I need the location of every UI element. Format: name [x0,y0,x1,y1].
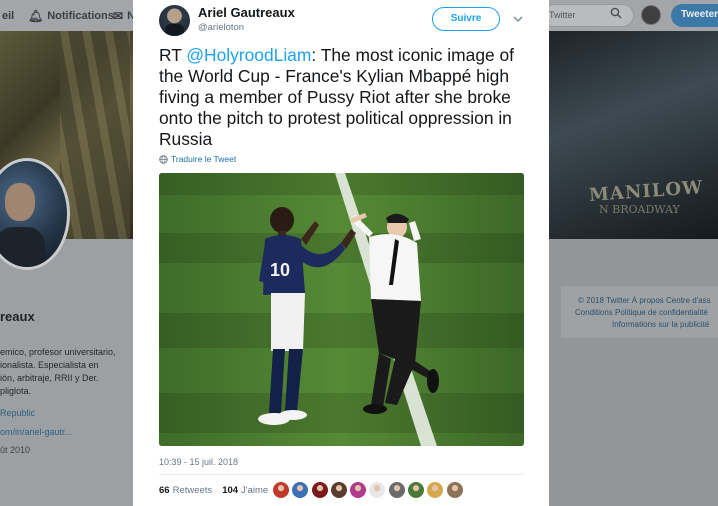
divider [159,474,524,475]
liker-avatar[interactable] [446,482,463,498]
chevron-down-icon[interactable] [511,12,525,26]
tweet-timestamp[interactable]: 10:39 - 15 juil. 2018 [159,457,238,467]
liker-avatars [273,482,466,498]
profile-name: reaux [0,309,35,324]
author-avatar[interactable] [159,5,190,36]
liker-avatar[interactable] [408,482,425,498]
liker-avatar[interactable] [292,482,309,498]
right-sidebar [549,239,718,506]
tweet-text: RT @HolyroodLiam: The most iconic image … [159,45,539,150]
translate-label: Traduire le Tweet [171,154,237,164]
profile-bio: emico, profesor universitario, ionalista… [0,347,116,396]
author-handle[interactable]: @arieloton [198,22,244,33]
footer-line-1[interactable]: © 2018 Twitter À propos Centre d'ass [578,296,711,305]
tweet-button[interactable]: Tweeter [671,4,718,27]
globe-icon [159,154,168,164]
liker-avatar[interactable] [273,482,289,498]
banner-sign-subtext: N BROADWAY [599,203,680,216]
retweet-label: Retweets [172,485,213,496]
banner-sign-text: MANILOW [588,177,704,206]
liker-avatar[interactable] [350,482,367,498]
nav-messages[interactable]: ✉ N [113,0,135,31]
profile-website-link[interactable]: om/in/ariel-gautr... [0,427,72,437]
footer-line-3[interactable]: Informations sur la publicité [612,320,709,329]
like-count-link[interactable]: 104 J'aime [222,485,268,496]
tweet-text-prefix: RT [159,45,187,65]
tweet-modal: Ariel Gautreaux @arieloton Suivre RT @Ho… [133,0,549,506]
retweet-count-link[interactable]: 66 Retweets [159,485,212,496]
tweet-stats: 66 Retweets 104 J'aime [159,485,268,496]
search-icon[interactable] [610,7,622,19]
envelope-icon: ✉ [113,8,124,23]
nav-notifications[interactable]: 🔔︎ Notifications [28,0,114,31]
liker-avatar[interactable] [311,482,328,498]
author-name[interactable]: Ariel Gautreaux [198,5,295,20]
liker-avatar[interactable] [330,482,347,498]
retweet-count: 66 [159,485,170,496]
like-count: 104 [222,485,239,496]
account-avatar[interactable] [641,5,661,25]
profile-banner-right: MANILOW N BROADWAY [549,31,718,239]
like-label: J'aime [241,485,269,496]
bell-icon: 🔔︎ [28,8,44,23]
profile-location-link[interactable]: Republic [0,408,35,418]
follow-button[interactable]: Suivre [432,7,500,31]
photo-illustration: 10 [159,173,524,446]
footer-line-2[interactable]: Conditions Politique de confidentialité [575,308,708,317]
tweet-mention-link[interactable]: @HolyroodLiam [186,45,311,65]
nav-notifications-label: Notifications [47,9,114,22]
svg-text:10: 10 [270,260,290,280]
liker-avatar[interactable] [388,482,405,498]
liker-avatar[interactable] [369,482,386,498]
nav-home[interactable]: eil [2,0,14,31]
tweet-photo[interactable]: 10 [159,173,524,446]
nav-home-label: eil [2,9,15,22]
liker-avatar[interactable] [427,482,444,498]
translate-tweet-link[interactable]: Traduire le Tweet [159,154,236,164]
profile-joined-date: ût 2010 [0,445,31,455]
